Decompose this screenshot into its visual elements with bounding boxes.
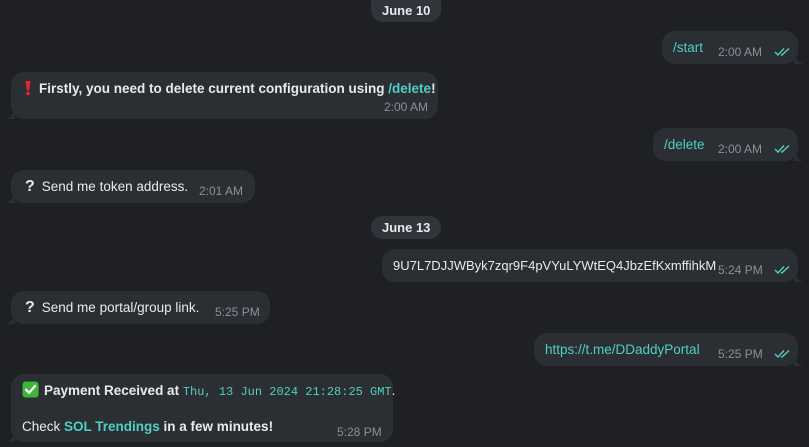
message-time: 5:25 PM (718, 347, 763, 361)
double-check-read-icon (774, 47, 790, 57)
bubble-tail (794, 151, 804, 161)
message-text[interactable]: /delete (664, 136, 705, 154)
bubble-tail (5, 314, 15, 324)
message-time: 2:00 AM (718, 142, 763, 156)
date-separator: June 13 (371, 216, 442, 239)
message-bubble-incoming[interactable]: Payment Received at Thu, 13 Jun 2024 21:… (5, 374, 395, 442)
date-label: June 10 (382, 3, 431, 18)
white-question-icon: ? (25, 299, 35, 316)
message-bubble-incoming[interactable]: ? Send me token address. 2:01 AM (5, 170, 255, 203)
message-time: 2:00 AM (384, 100, 429, 114)
portal-link[interactable]: https://t.me/DDaddyPortal (545, 341, 700, 359)
date-separator: June 10 (371, 0, 442, 22)
message-bubble-outgoing[interactable]: https://t.me/DDaddyPortal 5:25 PM (534, 333, 804, 366)
delete-command-link[interactable]: /delete (388, 81, 431, 96)
date-label: June 13 (382, 220, 431, 235)
red-exclamation-icon (25, 80, 31, 96)
message-bubble-incoming[interactable]: ? Send me portal/group link. 5:25 PM (5, 291, 270, 324)
double-check-read-icon (774, 265, 790, 275)
message-text[interactable]: /start (673, 39, 703, 57)
chat-area[interactable]: June 10 /start 2:00 AM Firstly, you need… (0, 0, 809, 447)
message-time: 5:24 PM (718, 263, 763, 277)
message-line-2: Check SOL Trendings in a few minutes! (22, 419, 274, 434)
message-bubble-incoming[interactable]: Firstly, you need to delete current conf… (5, 72, 438, 119)
white-question-icon: ? (25, 178, 35, 195)
green-check-mark-icon (22, 381, 39, 398)
message-time: 5:25 PM (215, 305, 260, 319)
double-check-read-icon (774, 349, 790, 359)
message-text: ? Send me token address. (25, 178, 189, 195)
message-bubble-outgoing[interactable]: /start 2:00 AM (662, 31, 804, 64)
double-check-read-icon (774, 144, 790, 154)
sol-trendings-link[interactable]: SOL Trendings (64, 419, 160, 434)
bubble-tail (794, 54, 804, 64)
message-bubble-outgoing[interactable]: /delete 2:00 AM (653, 128, 804, 161)
bubble-tail (794, 272, 804, 282)
message-text[interactable]: 9U7L7DJJWByk7zqr9F4pVYuLYWtEQ4JbzEfKxmff… (393, 257, 716, 275)
bubble-tail (5, 193, 15, 203)
bubble-tail (794, 356, 804, 366)
message-time: 2:00 AM (718, 45, 763, 59)
bubble-tail (5, 432, 15, 442)
payment-timestamp: Thu, 13 Jun 2024 21:28:25 GMT (182, 385, 392, 399)
message-time: 2:01 AM (199, 184, 244, 198)
message-text: Firstly, you need to delete current conf… (22, 80, 436, 98)
message-time: 5:28 PM (337, 425, 382, 439)
message-text: ? Send me portal/group link. (25, 299, 200, 316)
bubble-tail (5, 109, 15, 119)
message-bubble-outgoing[interactable]: 9U7L7DJJWByk7zqr9F4pVYuLYWtEQ4JbzEfKxmff… (382, 249, 804, 282)
message-line-1: Payment Received at Thu, 13 Jun 2024 21:… (22, 381, 395, 401)
